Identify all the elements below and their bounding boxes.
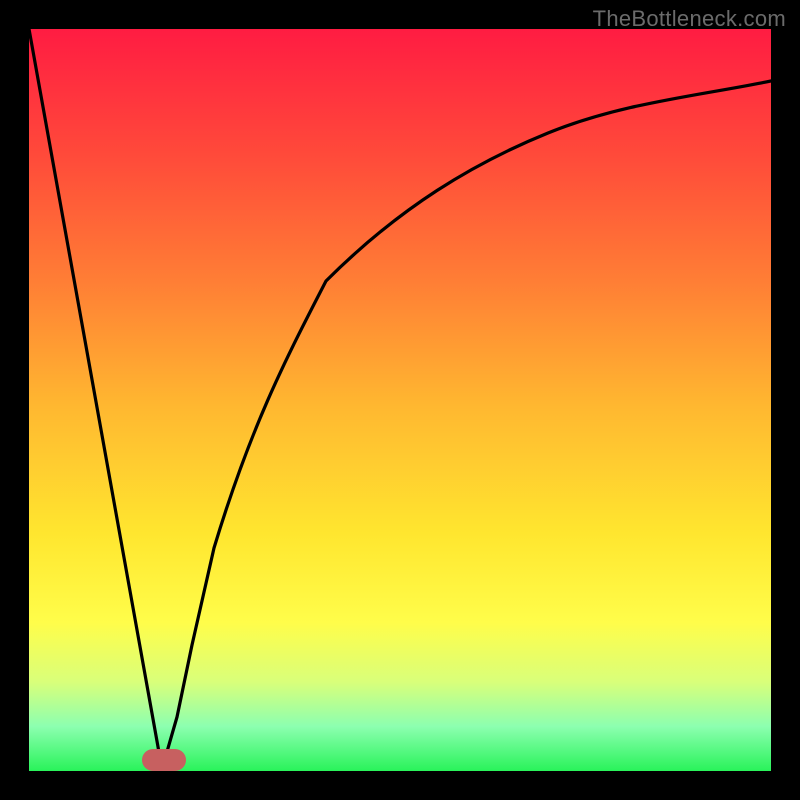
bottleneck-curve [29, 29, 771, 771]
chart-plot-area [29, 29, 771, 771]
curve-path [29, 29, 771, 769]
optimal-marker [142, 749, 186, 771]
